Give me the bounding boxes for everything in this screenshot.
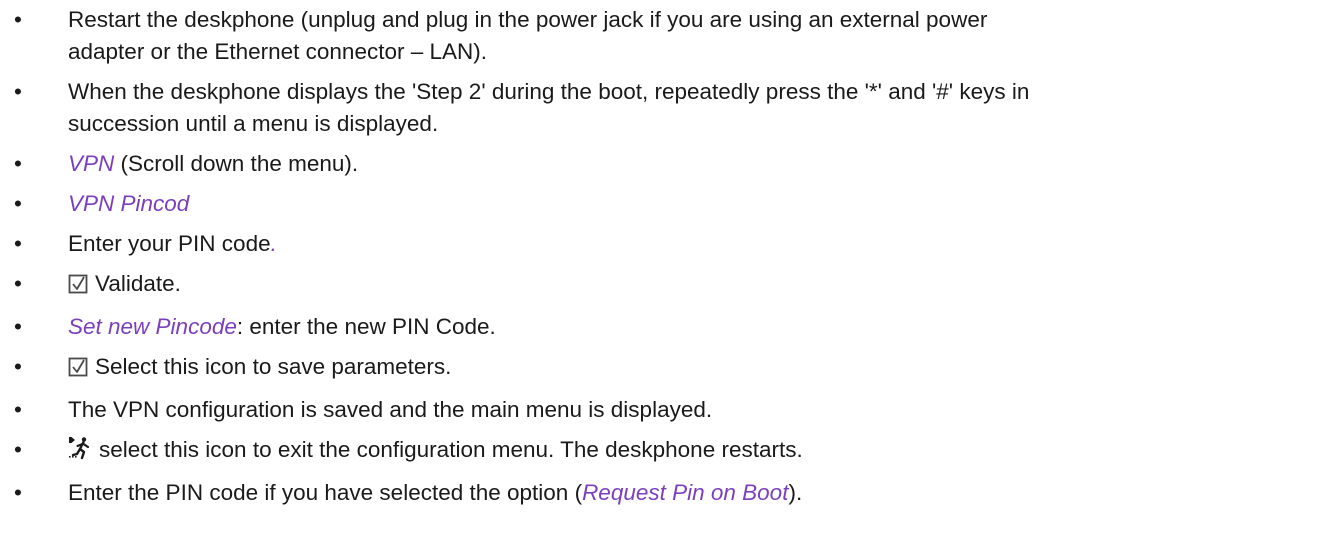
list-item-enter-pin: • Enter your PIN code. [0, 228, 1322, 260]
step-text: (Scroll down the menu). [114, 151, 359, 176]
step-text: select this icon to exit the configurati… [99, 437, 803, 462]
list-item-config-saved: • The VPN configuration is saved and the… [0, 394, 1322, 426]
list-item-vpn-pincod: • VPN Pincod [0, 188, 1322, 220]
step-text-line1: Restart the deskphone (unplug and plug i… [68, 7, 988, 32]
step-text: The VPN configuration is saved and the m… [68, 397, 713, 422]
bullet: • [14, 151, 22, 176]
list-item-restart: • Restart the deskphone (unplug and plug… [0, 4, 1322, 68]
list-item-exit-menu: • select this icon to exit the configura… [0, 434, 1322, 469]
list-item-set-new-pincode: • Set new Pincode: enter the new PIN Cod… [0, 311, 1322, 343]
step-text: Select this icon to save parameters. [95, 354, 452, 379]
step-text-end: ). [788, 480, 803, 505]
list-item-enter-pin-boot: • Enter the PIN code if you have selecte… [0, 477, 1322, 509]
option-request-pin-on-boot: Request Pin on Boot [582, 480, 789, 505]
bullet: • [14, 437, 22, 462]
bullet: • [14, 480, 22, 505]
menu-item-vpn: VPN [68, 151, 115, 176]
step-text-line2: succession until a menu is displayed. [68, 111, 439, 136]
checkbox-validate-icon [68, 271, 88, 303]
checkbox-validate-icon [68, 354, 88, 386]
list-item-validate: • Validate. [0, 268, 1322, 303]
step-text: Enter your PIN code [68, 231, 271, 256]
bullet: • [14, 7, 22, 32]
step-text-line1: When the deskphone displays the 'Step 2'… [68, 79, 1030, 104]
bullet: • [14, 314, 22, 339]
bullet: • [14, 271, 22, 296]
step-text: Validate. [95, 271, 181, 296]
bullet: • [14, 231, 22, 256]
step-text-line2: adapter or the Ethernet connector – LAN)… [68, 39, 487, 64]
bullet: • [14, 191, 22, 216]
step-text: Enter the PIN code if you have selected … [68, 480, 583, 505]
menu-item-vpn-pincod: VPN Pincod [68, 191, 190, 216]
step-period: . [270, 231, 277, 256]
bullet: • [14, 354, 22, 379]
list-item-step2-boot: • When the deskphone displays the 'Step … [0, 76, 1322, 140]
exit-running-man-icon [68, 436, 92, 469]
instruction-list: • Restart the deskphone (unplug and plug… [0, 0, 1322, 509]
menu-item-set-new-pincode: Set new Pincode [68, 314, 237, 339]
list-item-vpn: • VPN (Scroll down the menu). [0, 148, 1322, 180]
step-text: : enter the new PIN Code. [236, 314, 496, 339]
list-item-save-parameters: • Select this icon to save parameters. [0, 351, 1322, 386]
bullet: • [14, 79, 22, 104]
bullet: • [14, 397, 22, 422]
